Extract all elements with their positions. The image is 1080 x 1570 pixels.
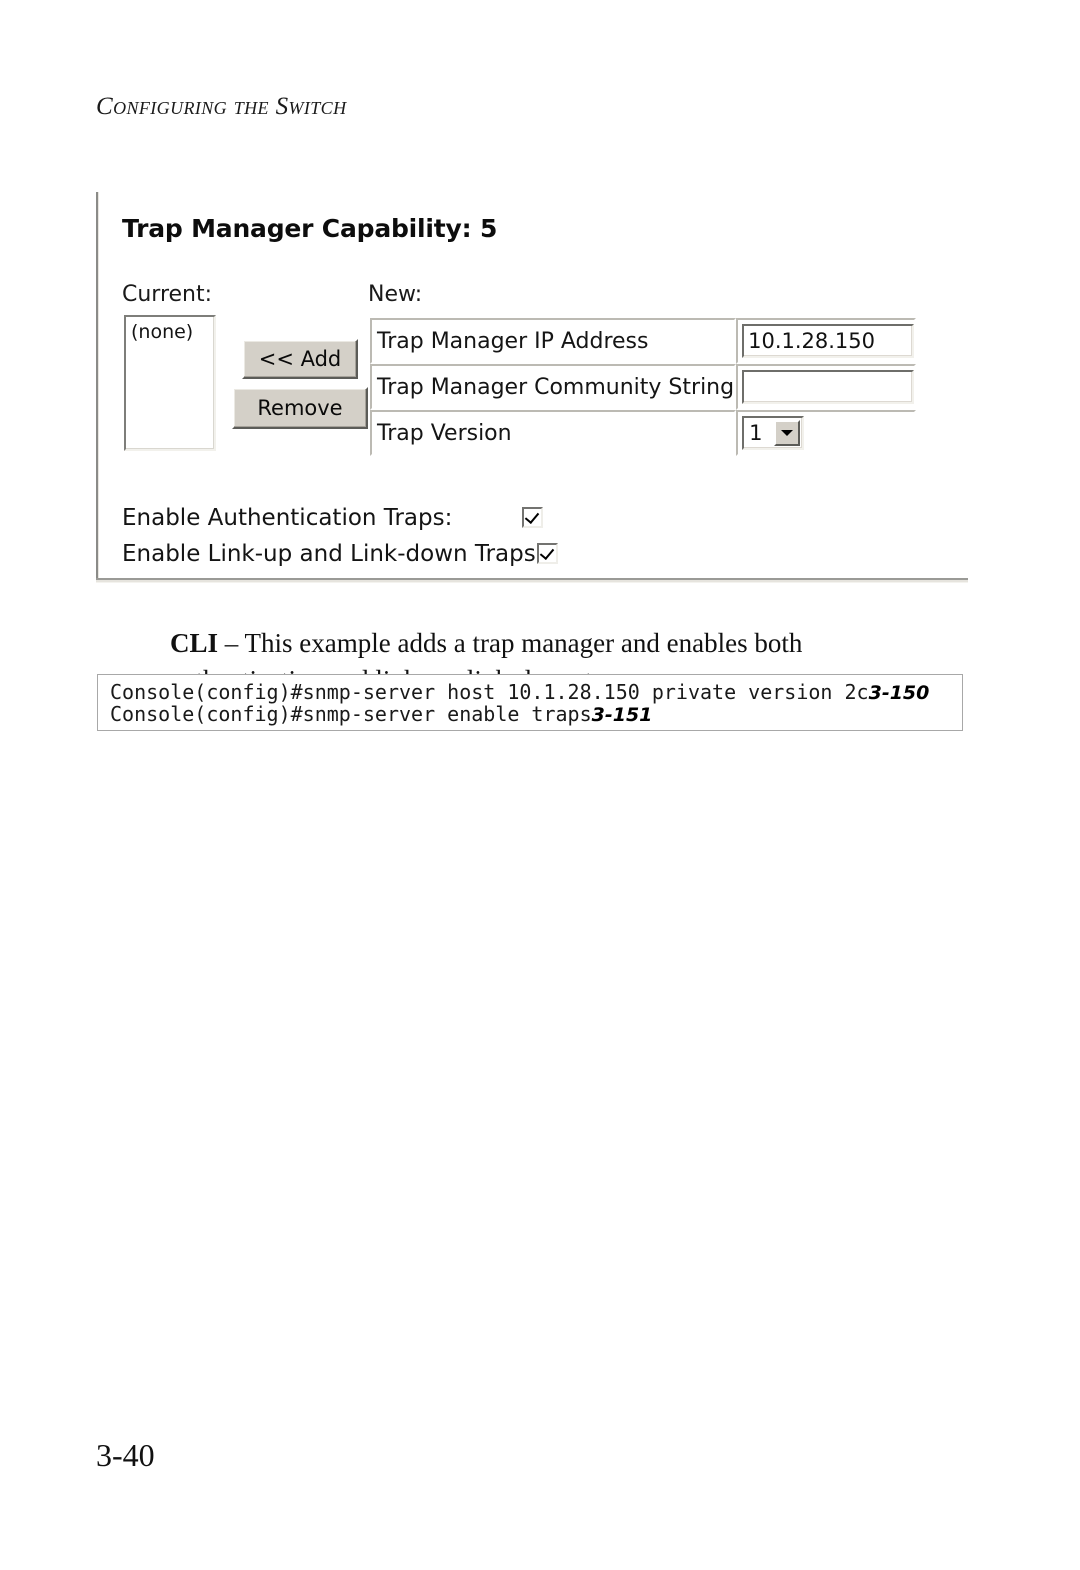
trap-version-selected-value: 1 [749,421,763,445]
figure-bottom-rule [96,578,968,583]
new-trap-manager-form: Trap Manager IP Address 10.1.28.150 Trap… [370,318,917,456]
running-head: Configuring the Switch [96,93,347,120]
new-column-label: New: [368,282,423,307]
remove-button[interactable]: Remove [232,387,368,429]
trap-manager-community-string-cell [736,364,917,410]
trap-version-label: Trap Version [370,410,737,456]
trap-manager-community-string-input[interactable] [742,370,915,404]
enable-authentication-traps-label: Enable Authentication Traps: [122,504,453,531]
figure-left-rule [96,192,99,580]
cli-dash: – [218,628,245,658]
add-button[interactable]: << Add [242,339,358,379]
enable-authentication-traps-row: Enable Authentication Traps: [122,504,543,531]
cross-reference-link[interactable]: 3-151 [592,704,653,726]
table-row: Trap Version 1 [370,410,917,456]
trap-manager-ip-address-input[interactable]: 10.1.28.150 [742,324,915,358]
console-line: Console(config)#snmp-server enable traps… [110,702,652,726]
trap-manager-screenshot-figure: Trap Manager Capability: 5 Current: New:… [96,192,968,584]
enable-linkup-linkdown-traps-checkbox[interactable] [537,543,558,564]
page-number: 3-40 [96,1437,155,1473]
cli-tag: CLI [170,628,219,658]
enable-linkup-linkdown-traps-label: Enable Link-up and Link-down Traps: [122,540,544,567]
table-row: Trap Manager Community String [370,364,917,410]
table-row: Trap Manager IP Address 10.1.28.150 [370,318,917,364]
trap-version-select[interactable]: 1 [742,416,805,450]
cross-reference-link[interactable]: 3-150 [869,682,930,704]
trap-version-cell: 1 [736,410,917,456]
console-command: Console(config)#snmp-server host 10.1.28… [110,680,869,704]
console-line: Console(config)#snmp-server host 10.1.28… [110,680,929,704]
enable-authentication-traps-checkbox[interactable] [522,507,543,528]
current-trap-managers-listbox[interactable]: (none) [124,315,216,451]
trap-manager-ip-address-cell: 10.1.28.150 [736,318,917,364]
panel-title: Trap Manager Capability: 5 [122,214,498,243]
enable-linkup-linkdown-traps-row: Enable Link-up and Link-down Traps: [122,540,558,567]
cli-console-box: Console(config)#snmp-server host 10.1.28… [97,674,963,731]
chevron-down-icon[interactable] [774,420,801,446]
trap-manager-community-string-label: Trap Manager Community String [370,364,737,410]
current-column-label: Current: [122,282,213,307]
trap-manager-ip-address-label: Trap Manager IP Address [370,318,737,364]
console-command: Console(config)#snmp-server enable traps [110,702,592,726]
list-item[interactable]: (none) [131,321,193,343]
